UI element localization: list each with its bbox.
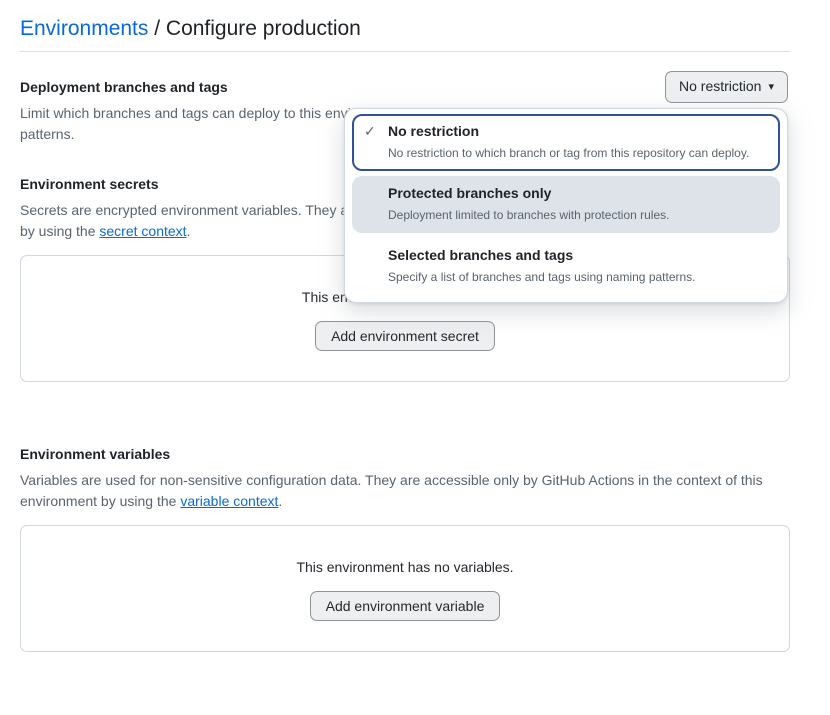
secret-context-link[interactable]: secret context [99, 223, 186, 239]
secrets-description-period: . [187, 223, 191, 239]
branch-restriction-select-button[interactable]: No restriction ▾ [665, 71, 788, 103]
dropdown-option-description: No restriction to which branch or tag fr… [388, 146, 749, 161]
variable-context-link[interactable]: variable context [180, 493, 278, 509]
dropdown-option-description: Deployment limited to branches with prot… [388, 208, 669, 223]
page-title: Configure production [166, 17, 361, 40]
dropdown-option-title: Protected branches only [388, 184, 669, 202]
dropdown-option-protected-branches[interactable]: Protected branches only Deployment limit… [352, 176, 780, 233]
dropdown-option-content: No restriction No restriction to which b… [388, 122, 749, 161]
dropdown-option-content: Protected branches only Deployment limit… [388, 184, 669, 223]
branch-restriction-select-label: No restriction [679, 78, 761, 94]
variables-description-text: Variables are used for non-sensitive con… [20, 472, 763, 509]
breadcrumb-environments-link[interactable]: Environments [20, 17, 148, 40]
variables-empty-text: This environment has no variables. [21, 559, 789, 575]
environment-variables-section: Environment variables Variables are used… [20, 446, 790, 652]
dropdown-option-title: Selected branches and tags [388, 246, 696, 264]
environment-variables-title: Environment variables [20, 446, 790, 462]
dropdown-option-content: Selected branches and tags Specify a lis… [388, 246, 696, 285]
add-environment-variable-button[interactable]: Add environment variable [310, 591, 501, 621]
dropdown-option-selected-branches[interactable]: Selected branches and tags Specify a lis… [352, 238, 780, 295]
add-environment-secret-button[interactable]: Add environment secret [315, 321, 495, 351]
environment-variables-description: Variables are used for non-sensitive con… [20, 470, 790, 512]
environment-settings-page: Environments / Configure production Depl… [0, 0, 830, 715]
variables-description-period: . [278, 493, 282, 509]
check-icon: ✓ [364, 122, 380, 140]
dropdown-option-title: No restriction [388, 122, 749, 140]
dropdown-option-description: Specify a list of branches and tags usin… [388, 270, 696, 285]
branch-restriction-dropdown-menu: ✓ No restriction No restriction to which… [344, 108, 788, 303]
chevron-down-icon: ▾ [768, 78, 774, 96]
variables-empty-box: This environment has no variables. Add e… [20, 525, 790, 652]
dropdown-option-no-restriction[interactable]: ✓ No restriction No restriction to which… [352, 114, 780, 171]
breadcrumb-separator: / [148, 17, 166, 40]
breadcrumb: Environments / Configure production [20, 16, 790, 42]
